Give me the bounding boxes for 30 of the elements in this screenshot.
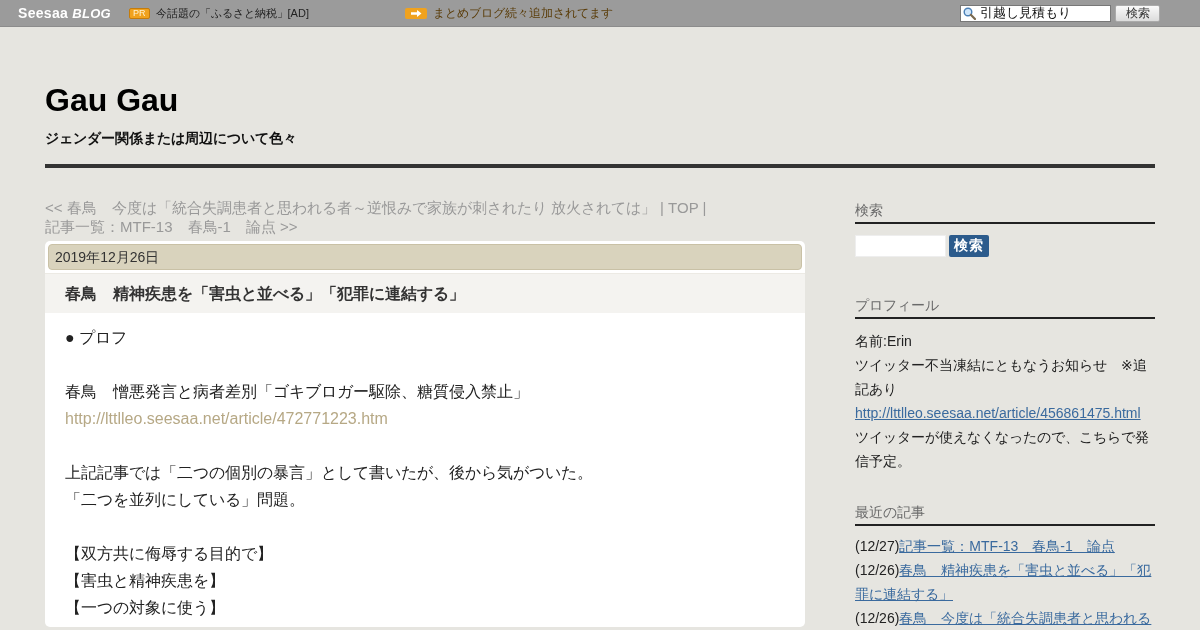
profile-text: ツイッターが使えなくなったので、こちらで発信予定。	[855, 429, 1149, 469]
blog-title[interactable]: Gau Gau	[45, 82, 179, 118]
body-text: 「二つを並列にしている」問題。	[65, 491, 305, 508]
blog-subtitle: ジェンダー関係または周辺について色々	[45, 129, 297, 148]
post-navigation: << 春鳥 今度は「統合失調患者と思われる者～逆恨みで家族が刺されたり 放火されては」 | TOP | 記事一覧：MTF-13 春鳥-1 論点 >>	[45, 198, 708, 236]
search-field[interactable]	[855, 235, 946, 257]
section-heading: 最近の記事	[855, 500, 1155, 526]
search-field[interactable]: 引越し見積もり	[960, 4, 1111, 22]
notice-link[interactable]: まとめブログ続々追加されてます	[433, 4, 613, 22]
pr-badge: PR	[129, 7, 150, 19]
body-text: 上記記事では「二つの個別の暴言」として書いたが、後から気がついた。	[65, 464, 593, 481]
recent-post-link[interactable]: (12/26)春鳥 今度は「統合失調患者と思われる	[855, 606, 1155, 630]
body-text: 【一つの対象に使う】	[65, 599, 225, 616]
search-button[interactable]: 検索	[1115, 4, 1160, 22]
profile-text: 名前:Erin	[855, 333, 912, 349]
search-icon	[963, 6, 976, 20]
body-text: 【害虫と精神疾患を】	[65, 572, 225, 589]
section-heading: 検索	[855, 198, 1155, 224]
profile-text: ツイッター不当凍結にともなうお知らせ ※追記あり	[855, 357, 1147, 397]
section-heading: プロフィール	[855, 293, 1155, 319]
recent-post-link[interactable]: (12/27)記事一覧：MTF-13 春鳥-1 論点	[855, 534, 1155, 558]
ad-link[interactable]: 今話題の「ふるさと納税」[AD]	[155, 5, 309, 21]
body-text: 春鳥 憎悪発言と病者差別「ゴキブロガー駆除、糖質侵入禁止」	[65, 383, 529, 400]
article-date: 2019年12月26日	[48, 244, 802, 270]
body-text: ● プロフ	[65, 329, 128, 346]
body-text: 【双方共に侮辱する目的で】	[65, 545, 273, 562]
profile-link[interactable]: http://lttlleo.seesaa.net/article/456861475.html	[855, 405, 1141, 421]
recent-post-link[interactable]: (12/26)春鳥 精神疾患を「害虫と並べる」「犯罪に連結する」	[855, 558, 1155, 606]
article-title: 春鳥 精神疾患を「害虫と並べる」「犯罪に連結する」	[45, 273, 805, 313]
search-button[interactable]: 検索	[949, 235, 989, 257]
